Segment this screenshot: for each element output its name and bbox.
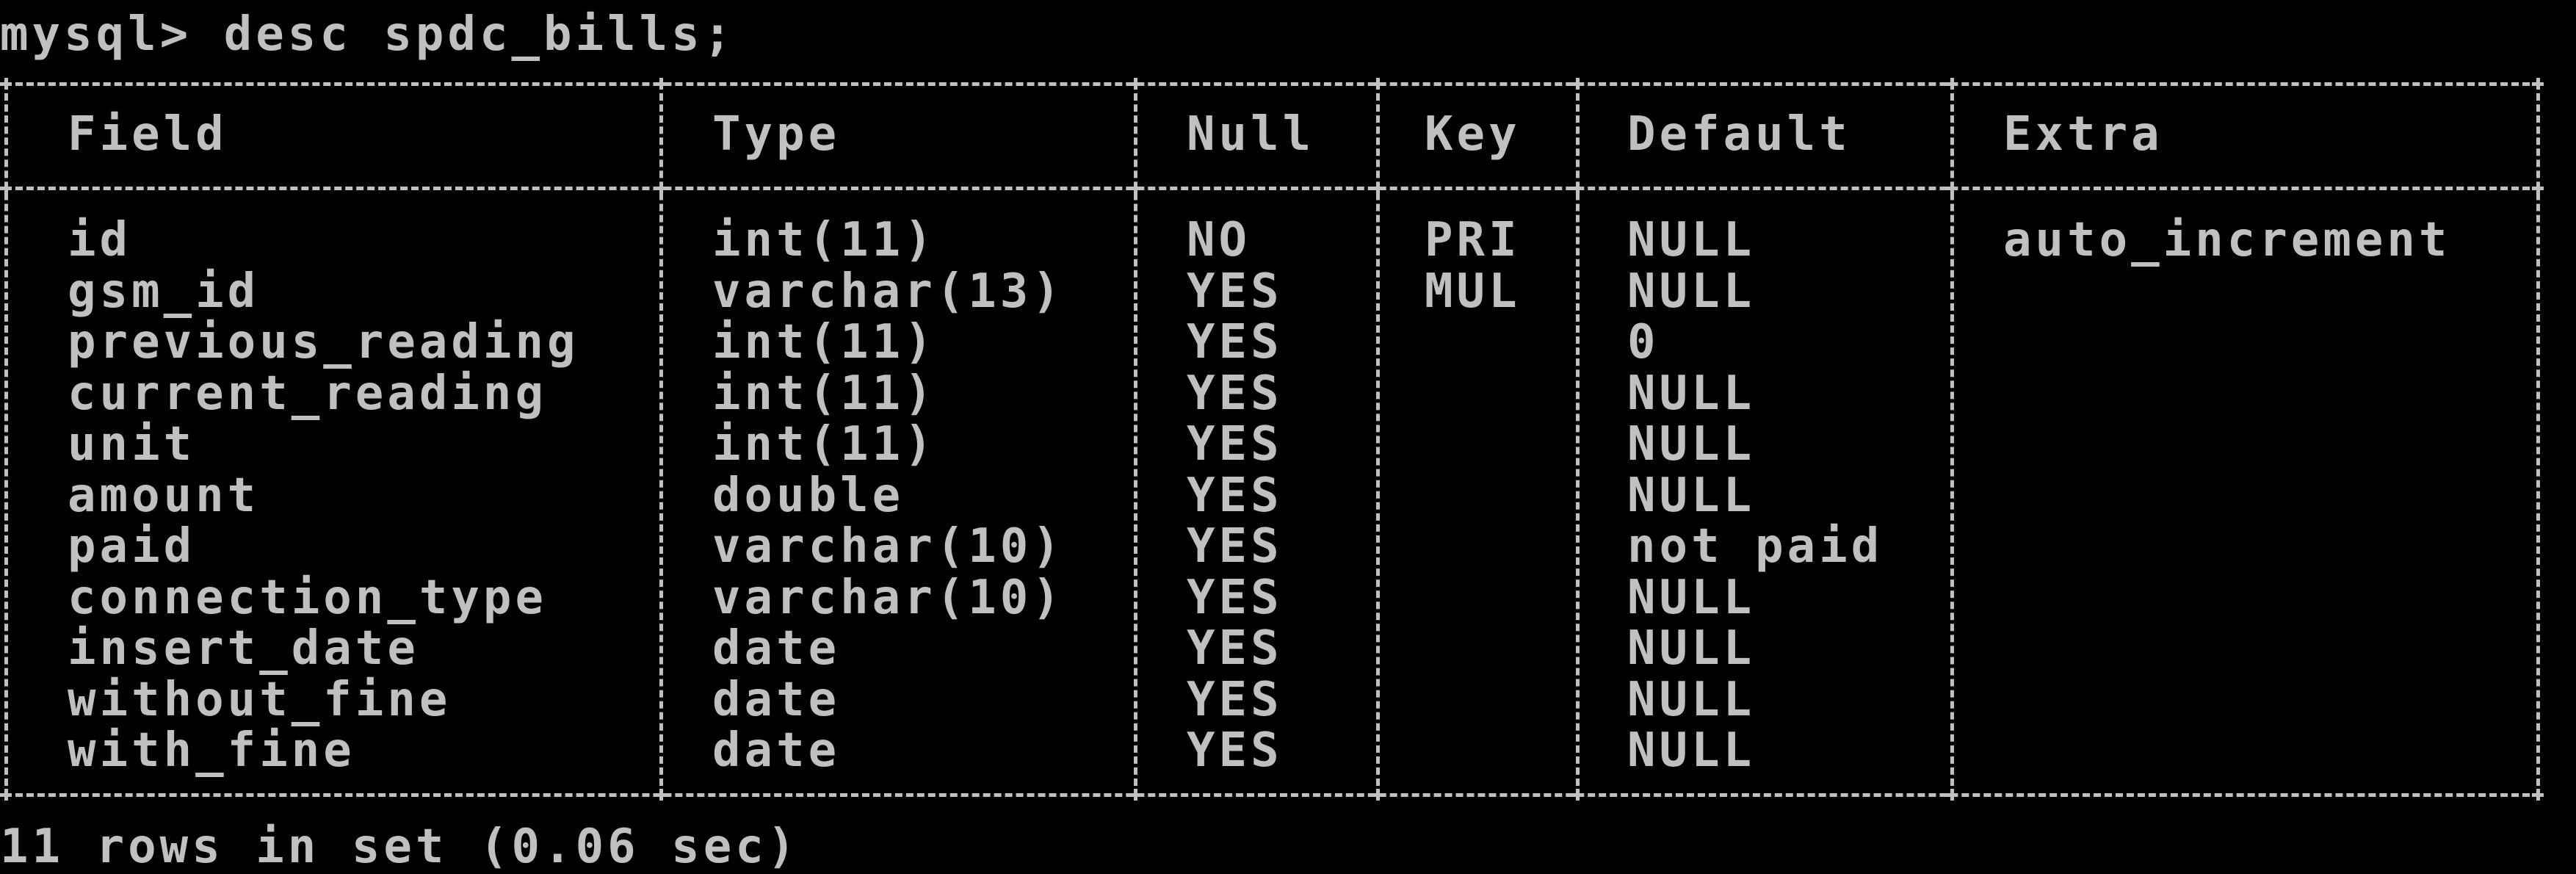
cell-null: YES (1187, 519, 1283, 574)
column-header-type: Type (712, 107, 841, 162)
cell-type: date (712, 621, 841, 676)
command-prompt: mysql> desc spdc_bills; (0, 7, 736, 62)
cell-default: NULL (1627, 673, 1756, 727)
cell-type: date (712, 723, 841, 778)
column-header-field: Field (68, 107, 228, 162)
border-junction (0, 182, 12, 194)
cell-field: amount (68, 469, 260, 523)
cell-type: int(11) (712, 315, 936, 369)
table-header-separator (4, 187, 2541, 190)
border-junction (655, 182, 667, 194)
cell-default: not paid (1627, 519, 1884, 574)
column-header-extra: Extra (2003, 107, 2163, 162)
cell-default: NULL (1627, 469, 1756, 523)
border-junction (1129, 789, 1141, 801)
cell-key: PRI (1425, 213, 1521, 267)
cell-type: varchar(13) (712, 264, 1064, 319)
cell-type: varchar(10) (712, 519, 1064, 574)
cell-field: with_fine (68, 723, 355, 778)
cell-key: MUL (1425, 264, 1521, 319)
cell-default: NULL (1627, 366, 1756, 421)
border-junction (2532, 182, 2544, 194)
result-summary: 11 rows in set (0.06 sec) (0, 820, 800, 874)
cell-default: NULL (1627, 417, 1756, 472)
cell-null: YES (1187, 621, 1283, 676)
cell-field: id (68, 213, 132, 267)
border-junction (2532, 789, 2544, 801)
table-bottom-border (4, 793, 2541, 797)
cell-type: int(11) (712, 366, 936, 421)
cell-null: YES (1187, 571, 1283, 625)
border-junction (1129, 182, 1141, 194)
border-junction (1129, 78, 1141, 90)
describe-table: Field Type Null Key Default Extra id int(… (0, 78, 2544, 802)
border-junction (0, 789, 12, 801)
cell-null: YES (1187, 366, 1283, 421)
cell-field: insert_date (68, 621, 419, 676)
column-header-key: Key (1425, 107, 1521, 162)
cell-default: NULL (1627, 213, 1756, 267)
column-header-null: Null (1187, 107, 1315, 162)
border-junction (1946, 78, 1958, 90)
border-junction (1571, 789, 1583, 801)
cell-default: NULL (1627, 723, 1756, 778)
cell-field: unit (68, 417, 196, 472)
table-top-border (4, 82, 2541, 86)
border-junction (1571, 78, 1583, 90)
cell-type: int(11) (712, 213, 936, 267)
cell-field: previous_reading (68, 315, 579, 369)
cell-null: YES (1187, 417, 1283, 472)
border-junction (0, 78, 12, 90)
cell-field: current_reading (68, 366, 547, 421)
cell-type: int(11) (712, 417, 936, 472)
border-junction (1571, 182, 1583, 194)
cell-type: varchar(10) (712, 571, 1064, 625)
cell-field: without_fine (68, 673, 452, 727)
border-junction (655, 78, 667, 90)
cell-null: YES (1187, 723, 1283, 778)
cell-default: 0 (1627, 315, 1660, 369)
border-junction (2532, 78, 2544, 90)
column-header-default: Default (1627, 107, 1851, 162)
cell-null: YES (1187, 264, 1283, 319)
border-junction (1946, 182, 1958, 194)
cell-extra: auto_increment (2003, 213, 2451, 267)
border-junction (1946, 789, 1958, 801)
cell-null: YES (1187, 469, 1283, 523)
cell-null: YES (1187, 673, 1283, 727)
cell-default: NULL (1627, 621, 1756, 676)
cell-null: NO (1187, 213, 1251, 267)
terminal-window: mysql> desc spdc_bills; Field Type Null … (0, 0, 2576, 874)
border-junction (1372, 789, 1383, 801)
cell-type: double (712, 469, 905, 523)
cell-field: connection_type (68, 571, 547, 625)
border-junction (1372, 78, 1383, 90)
border-junction (1372, 182, 1383, 194)
cell-null: YES (1187, 315, 1283, 369)
border-junction (655, 789, 667, 801)
cell-field: paid (68, 519, 196, 574)
cell-field: gsm_id (68, 264, 260, 319)
cell-default: NULL (1627, 264, 1756, 319)
cell-type: date (712, 673, 841, 727)
cell-default: NULL (1627, 571, 1756, 625)
